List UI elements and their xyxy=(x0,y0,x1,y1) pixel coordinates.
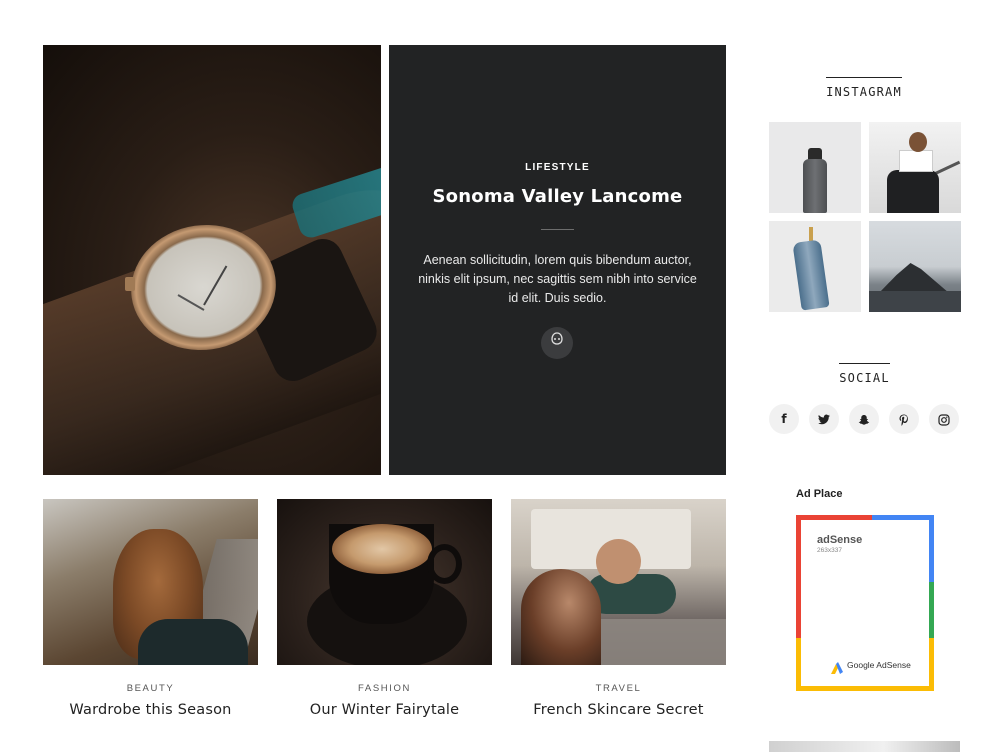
adsense-brand: adSense xyxy=(817,534,863,546)
instagram-photo[interactable] xyxy=(769,122,861,213)
title-rule xyxy=(826,77,902,78)
instagram-title-text: INSTAGRAM xyxy=(826,85,902,99)
ad-place-heading: Ad Place xyxy=(796,488,843,500)
post-card[interactable]: TRAVEL French Skincare Secret xyxy=(511,499,726,718)
featured-category[interactable]: LIFESTYLE xyxy=(389,162,726,173)
sea xyxy=(869,291,961,312)
post-title[interactable]: French Skincare Secret xyxy=(511,702,726,718)
ad-border xyxy=(796,686,934,691)
instagram-photo[interactable] xyxy=(769,221,861,312)
social-widget-title: SOCIAL xyxy=(839,363,890,385)
instagram-widget-title: INSTAGRAM xyxy=(826,77,902,99)
read-more-button[interactable] xyxy=(541,327,573,359)
instagram-link[interactable] xyxy=(929,404,959,434)
featured-title[interactable]: Sonoma Valley Lancome xyxy=(389,186,726,207)
post-thumbnail[interactable] xyxy=(43,499,258,665)
jacket xyxy=(138,619,248,665)
adsense-banner[interactable]: adSense 263x337 Google AdSense xyxy=(796,515,934,691)
featured-post-card: LIFESTYLE Sonoma Valley Lancome Aenean s… xyxy=(389,45,726,475)
pinterest-link[interactable] xyxy=(889,404,919,434)
sea-rock xyxy=(879,263,949,293)
snapchat-icon xyxy=(858,412,870,426)
post-thumbnail[interactable] xyxy=(277,499,492,665)
featured-excerpt: Aenean sollicitudin, lorem quis bibendum… xyxy=(418,253,697,305)
pinterest-icon xyxy=(898,412,910,426)
post-title[interactable]: Wardrobe this Season xyxy=(43,702,258,718)
latte-foam xyxy=(332,524,432,574)
snapchat-link[interactable] xyxy=(849,404,879,434)
alien-icon xyxy=(550,332,564,350)
post-category[interactable]: FASHION xyxy=(277,683,492,694)
facebook-link[interactable]: f xyxy=(769,404,799,434)
post-card[interactable]: BEAUTY Wardrobe this Season xyxy=(43,499,258,718)
cup-handle xyxy=(427,544,462,584)
post-thumbnail[interactable] xyxy=(511,499,726,665)
ad-border xyxy=(796,515,801,691)
post-category[interactable]: BEAUTY xyxy=(43,683,258,694)
woman-legs xyxy=(887,170,939,213)
twitter-link[interactable] xyxy=(809,404,839,434)
ad-border xyxy=(796,515,934,520)
twitter-icon xyxy=(818,412,830,426)
post-title[interactable]: Our Winter Fairytale xyxy=(277,702,492,718)
title-divider xyxy=(541,229,574,230)
ad-size: 263x337 xyxy=(817,547,842,554)
child-head xyxy=(596,539,641,584)
post-category[interactable]: TRAVEL xyxy=(511,683,726,694)
hanging-jeans xyxy=(792,239,830,311)
google-adsense-logo-icon xyxy=(831,659,845,674)
adsense-footer-text: Google AdSense xyxy=(847,660,911,670)
featured-post-image[interactable] xyxy=(43,45,381,475)
title-rule xyxy=(839,363,890,364)
woman-top xyxy=(899,150,933,172)
facebook-icon: f xyxy=(781,412,787,426)
instagram-photo[interactable] xyxy=(869,221,961,312)
post-card[interactable]: FASHION Our Winter Fairytale xyxy=(277,499,492,718)
girl-figure xyxy=(521,569,601,665)
bottle-body xyxy=(803,159,827,213)
ad-border xyxy=(929,515,934,691)
next-widget-image xyxy=(769,741,960,752)
instagram-icon xyxy=(938,412,950,426)
woman-head xyxy=(909,132,927,152)
instagram-photo[interactable] xyxy=(869,122,961,213)
social-title-text: SOCIAL xyxy=(839,371,890,385)
watch-crown xyxy=(125,277,135,291)
